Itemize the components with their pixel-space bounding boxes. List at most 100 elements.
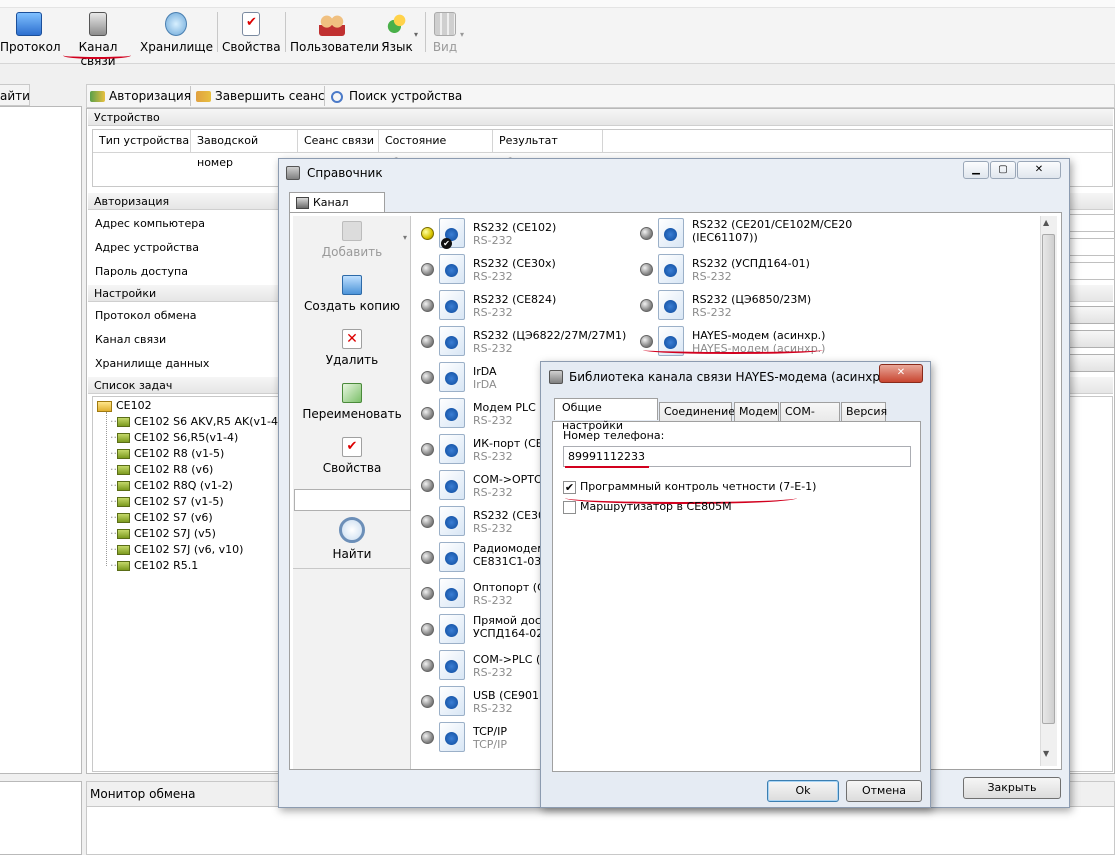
minimize-button[interactable]: ▁ [963, 161, 989, 179]
auth-button[interactable]: Авторизация [90, 88, 191, 106]
meter-icon [117, 465, 130, 475]
device-item[interactable]: RS232 (CE201/CE102M/CE208 (IEC61107)) [640, 217, 855, 251]
router-label: Маршрутизатор в CE805M [580, 500, 732, 513]
rename-icon [342, 383, 362, 403]
router-checkbox-row[interactable]: Маршрутизатор в CE805M [563, 500, 732, 514]
rename-button[interactable]: Переименовать [293, 383, 411, 421]
close-button[interactable]: Закрыть [963, 777, 1061, 799]
data-storage-select[interactable] [1068, 354, 1115, 372]
device-item[interactable]: RS232 (УСПД164-01) RS-232 [640, 253, 850, 287]
access-password-label: Пароль доступа [95, 265, 188, 278]
device-type: RS-232 [473, 234, 513, 247]
tab-modem[interactable]: Модем [734, 402, 779, 422]
task-item[interactable]: ·· CE102 S7 (v1-5) [110, 494, 224, 510]
scroll-down-icon[interactable]: ▼ [1043, 749, 1049, 758]
copy-button[interactable]: Создать копию [293, 275, 411, 313]
device-item[interactable]: ✔ RS232 (CE102) RS-232 [421, 217, 631, 251]
task-item[interactable]: ·· CE102 R8 (v6) [110, 462, 213, 478]
tab-version[interactable]: Версия [841, 402, 887, 422]
toolbar-view-label: Вид [432, 40, 458, 54]
device-type: RS-232 [473, 702, 513, 715]
device-item[interactable]: RS232 (CE30x) RS-232 [421, 253, 631, 287]
task-item[interactable]: ·· CE102 S7 (v6) [110, 510, 213, 526]
task-item[interactable]: ·· CE102 S6,R5(v1-4) [110, 430, 238, 446]
tab-channel[interactable]: Канал связи [289, 192, 385, 229]
view-dropdown-arrow-icon[interactable]: ▾ [460, 30, 464, 39]
tab-general[interactable]: Общие настройки [554, 398, 658, 432]
properties-button[interactable]: ✔ Свойства [293, 437, 411, 475]
grid-col-exchange-state[interactable]: Состояние обмена [379, 130, 493, 169]
properties-label: Свойства [322, 461, 382, 475]
task-item[interactable]: ·· CE102 S7J (v5) [110, 526, 216, 542]
task-item[interactable]: ·· CE102 R8Q (v1-2) [110, 478, 233, 494]
delete-label: Удалить [325, 353, 379, 367]
hayes-tab-content [552, 421, 921, 772]
computer-address-label: Адрес компьютера [95, 217, 205, 230]
toolbar-users-label: Пользователи [290, 40, 380, 54]
grid-col-session[interactable]: Сеанс связи [298, 130, 379, 152]
add-dropdown-arrow-icon[interactable]: ▾ [403, 233, 407, 242]
end-session-button[interactable]: Завершить сеанс [196, 88, 325, 106]
toolbar-storage-label: Хранилище [140, 40, 213, 54]
exchange-protocol-select[interactable] [1068, 306, 1115, 324]
toolbar-channel-button[interactable]: Канал связи [62, 10, 134, 68]
router-checkbox[interactable] [563, 500, 576, 514]
task-item[interactable]: ·· CE102 R5.1 [110, 558, 198, 574]
maximize-button[interactable]: ▢ [990, 161, 1016, 179]
toolbar-separator [217, 12, 218, 52]
access-password-field[interactable] [1068, 262, 1115, 280]
toolbar-protocol-button[interactable]: Протокол [0, 10, 61, 56]
toolbar-storage-button[interactable]: Хранилище [140, 10, 213, 56]
find-device-button[interactable]: Поиск устройства [331, 88, 462, 106]
device-item[interactable]: RS232 (CE824) RS-232 [421, 289, 631, 323]
auth-group-title: Авторизация [94, 195, 170, 208]
task-item[interactable]: ·· CE102 S6 AKV,R5 AK(v1-4) [110, 414, 282, 430]
add-button[interactable]: Добавить [293, 221, 411, 259]
device-item[interactable]: RS232 (ЦЭ6850/23М) RS-232 [640, 289, 850, 323]
scroll-up-icon[interactable]: ▲ [1043, 218, 1049, 227]
grid-col-device-type[interactable]: Тип устройства [93, 130, 191, 152]
cancel-button[interactable]: Отмена [846, 780, 922, 802]
toolbar-view-button[interactable]: Вид [430, 10, 460, 56]
channel-select[interactable] [1068, 330, 1115, 348]
status-dot-icon [421, 335, 434, 348]
search-input[interactable] [294, 489, 411, 511]
scroll-thumb[interactable] [1042, 234, 1055, 724]
toolbar-users-button[interactable]: Пользователи [290, 10, 380, 56]
device-icon [439, 578, 465, 608]
language-dropdown-arrow-icon[interactable]: ▾ [414, 30, 418, 39]
device-list-scrollbar[interactable]: ▲ ▼ [1040, 216, 1057, 766]
add-label: Добавить [321, 245, 383, 259]
hayes-close-window-button[interactable]: ✕ [879, 364, 923, 383]
end-session-icon [196, 91, 211, 102]
device-item[interactable]: RS232 (ЦЭ6822/27М/27М1) RS-232 [421, 325, 631, 359]
ok-button[interactable]: Ok [767, 780, 839, 802]
reference-dialog-title: Справочник [307, 166, 383, 180]
status-dot-icon [421, 443, 434, 456]
delete-button[interactable]: ✕ Удалить [293, 329, 411, 367]
toolbar-language-button[interactable]: Язык [378, 10, 416, 56]
tab-connection[interactable]: Соединение [659, 402, 735, 422]
tasks-group-title: Список задач [94, 379, 173, 392]
hayes-dialog-titlebar[interactable]: Библиотека канала связи HAYES-модема (ас… [541, 362, 930, 392]
auth-label: Авторизация [109, 89, 191, 103]
device-address-field[interactable] [1068, 238, 1115, 256]
left-panel-tab[interactable]: айти [0, 84, 30, 106]
grid-col-exchange-result[interactable]: Результат обмена [493, 130, 603, 169]
status-dot-icon [421, 623, 434, 636]
device-icon [439, 686, 465, 716]
close-window-button[interactable]: ✕ [1017, 161, 1061, 179]
task-item[interactable]: ·· CE102 R8 (v1-5) [110, 446, 224, 462]
monitor-log[interactable] [86, 806, 1115, 855]
status-dot-icon [421, 551, 434, 564]
device-type: RS-232 [692, 270, 732, 283]
computer-address-field[interactable] [1068, 214, 1115, 232]
reference-dialog-titlebar[interactable]: Справочник ▁ ▢ ✕ [279, 159, 1069, 187]
tab-com-port[interactable]: COM-порт [780, 402, 840, 436]
toolbar-properties-button[interactable]: ✔ Свойства [222, 10, 281, 56]
grid-col-serial[interactable]: Заводской номер [191, 130, 298, 169]
task-item[interactable]: ·· CE102 S7J (v6, v10) [110, 542, 243, 558]
find-button[interactable]: Найти [293, 517, 411, 561]
action-separator [324, 86, 325, 106]
task-item-label: CE102 S7 (v6) [134, 511, 213, 524]
